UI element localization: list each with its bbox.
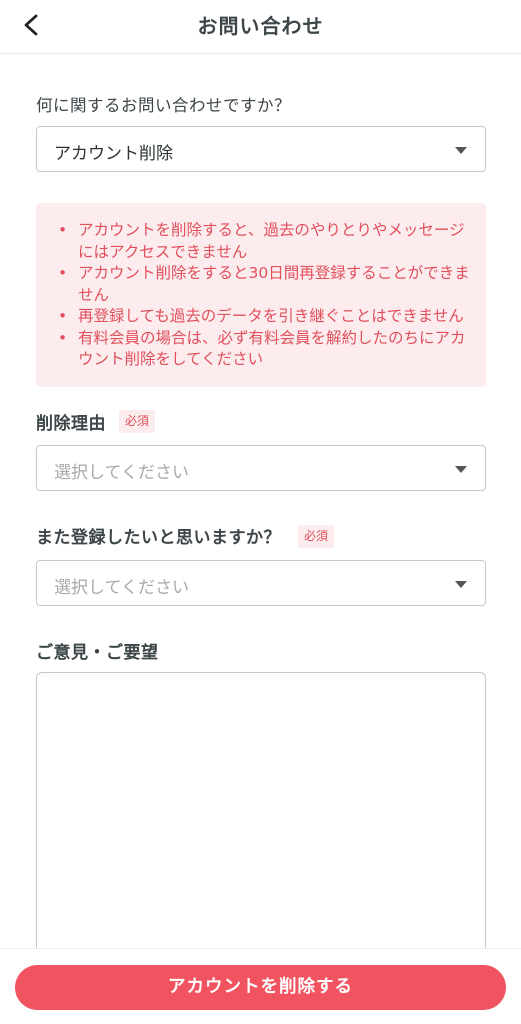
feedback-label: ご意見・ご要望 bbox=[36, 643, 159, 663]
warning-item: アカウントを削除すると、過去のやりとりやメッセージにはアクセスできません bbox=[56, 220, 472, 263]
delete-account-button[interactable]: アカウントを削除する bbox=[15, 965, 506, 1010]
reason-label: 削除理由 bbox=[36, 414, 106, 434]
reregister-select-placeholder: 選択してください bbox=[54, 578, 189, 598]
page-title: お問い合わせ bbox=[197, 14, 324, 38]
reason-select-placeholder: 選択してください bbox=[54, 463, 189, 483]
reregister-select[interactable]: 選択してください bbox=[36, 560, 486, 606]
warning-list: アカウントを削除すると、過去のやりとりやメッセージにはアクセスできません アカウ… bbox=[56, 220, 472, 371]
app-header: お問い合わせ bbox=[0, 0, 521, 54]
feedback-textarea[interactable] bbox=[36, 672, 486, 972]
topic-select[interactable]: アカウント削除 bbox=[36, 126, 486, 172]
required-badge: 必須 bbox=[119, 410, 156, 433]
topic-select-value: アカウント削除 bbox=[54, 144, 173, 164]
reason-select[interactable]: 選択してください bbox=[36, 445, 486, 491]
deletion-warning-box: アカウントを削除すると、過去のやりとりやメッセージにはアクセスできません アカウ… bbox=[36, 203, 486, 387]
warning-item: 有料会員の場合は、必ず有料会員を解約したのちにアカウント削除をしてください bbox=[56, 328, 472, 371]
dropdown-caret-icon bbox=[455, 581, 467, 588]
topic-question-label: 何に関するお問い合わせですか？ bbox=[36, 96, 291, 115]
warning-item: 再登録しても過去のデータを引き継ぐことはできません bbox=[56, 306, 472, 328]
dropdown-caret-icon bbox=[455, 147, 467, 154]
reregister-label: また登録したいと思いますか？ bbox=[36, 528, 281, 548]
footer-bar: アカウントを削除する bbox=[0, 948, 521, 1024]
dropdown-caret-icon bbox=[455, 466, 467, 473]
required-badge: 必須 bbox=[298, 525, 335, 548]
warning-item: アカウント削除をすると30日間再登録することができません bbox=[56, 263, 472, 306]
